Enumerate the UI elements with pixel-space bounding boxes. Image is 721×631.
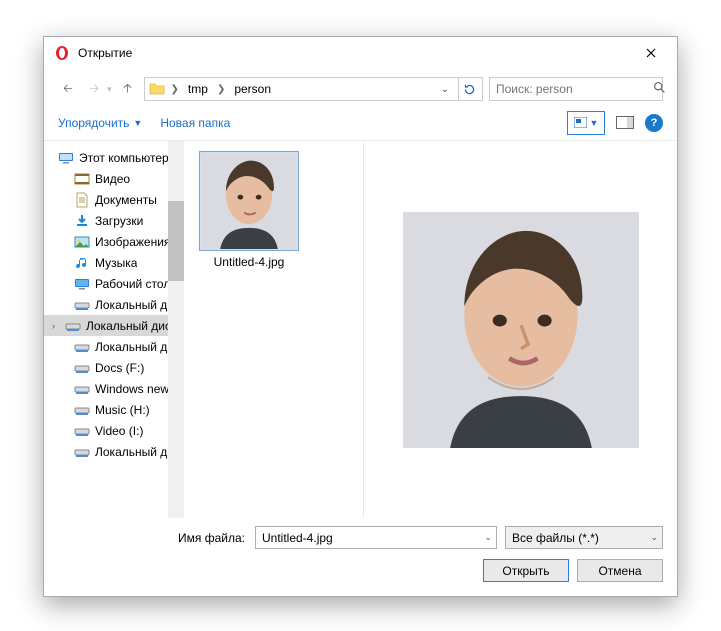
pictures-icon [74,234,90,250]
caret-down-icon[interactable]: ⌄ [650,532,658,543]
scrollbar-thumb[interactable] [168,201,184,281]
dialog-footer: Имя файла: Untitled-4.jpg ⌄ Все файлы (*… [44,518,677,596]
help-button[interactable]: ? [645,114,663,132]
documents-icon [74,192,90,208]
drive-icon [74,297,90,313]
preview-pane [364,141,677,518]
tree-local-disk-3[interactable]: Локальный дис [44,336,184,357]
preview-pane-icon [616,116,634,129]
breadcrumb-person[interactable]: person [231,80,274,98]
desktop-icon [74,276,90,292]
tree-downloads[interactable]: Загрузки [44,210,184,231]
filename-combo[interactable]: Untitled-4.jpg ⌄ [255,526,497,549]
drive-icon [74,402,90,418]
navigation-tree[interactable]: Этот компьютер Видео Документы Загрузки … [44,141,184,518]
tree-video-i[interactable]: Video (I:) [44,420,184,441]
view-mode-button[interactable]: ▼ [567,111,605,135]
chevron-right-icon: ❯ [215,84,227,95]
open-file-dialog: Открытие 🡠 🡢 ▾ 🡡 ❯ tmp ❯ person ⌄ [43,36,678,597]
open-button[interactable]: Открыть [483,559,569,582]
cancel-button[interactable]: Отмена [577,559,663,582]
opera-icon [54,45,70,61]
drive-icon [74,360,90,376]
breadcrumb-tmp[interactable]: tmp [185,80,211,98]
file-name-label: Untitled-4.jpg [192,255,306,269]
refresh-button[interactable] [458,78,480,100]
newfolder-label: Новая папка [160,116,230,130]
caret-down-icon[interactable]: ⌄ [484,532,492,543]
chevron-right-icon: ❯ [169,84,181,95]
search-icon [653,81,666,97]
window-title: Открытие [78,46,631,60]
folder-icon [149,81,165,97]
tree-local-disk-1[interactable]: Локальный дис [44,294,184,315]
history-dropdown[interactable]: ▾ [107,84,112,95]
music-icon [74,255,90,271]
close-button[interactable] [631,39,671,67]
tree-local-disk-4[interactable]: Локальный дис [44,441,184,462]
tree-docs-f[interactable]: Docs (F:) [44,357,184,378]
filter-value: Все файлы (*.*) [512,531,650,545]
file-thumbnail [199,151,299,251]
up-button[interactable]: 🡡 [118,78,138,100]
filename-value[interactable]: Untitled-4.jpg [262,531,484,545]
drive-icon [74,339,90,355]
tree-scrollbar[interactable] [168,141,184,518]
tree-music-h[interactable]: Music (H:) [44,399,184,420]
drive-icon [74,381,90,397]
preview-image [403,212,639,448]
toolbar: Упорядочить ▼ Новая папка ▼ ? [44,105,677,141]
tree-documents[interactable]: Документы [44,189,184,210]
new-folder-button[interactable]: Новая папка [160,116,230,130]
dialog-body: Этот компьютер Видео Документы Загрузки … [44,141,677,518]
tree-pictures[interactable]: Изображения [44,231,184,252]
tree-this-pc[interactable]: Этот компьютер [44,147,184,168]
caret-down-icon: ▼ [590,118,599,128]
address-dropdown[interactable]: ⌄ [436,84,454,95]
address-bar[interactable]: ❯ tmp ❯ person ⌄ [144,77,483,101]
drive-icon [65,318,81,334]
forward-button[interactable]: 🡢 [84,78,104,100]
titlebar: Открытие [44,37,677,69]
file-item[interactable]: Untitled-4.jpg [192,151,306,269]
preview-pane-button[interactable] [613,111,637,135]
downloads-icon [74,213,90,229]
thumbnails-icon [574,117,587,128]
chevron-right-icon: › [52,321,60,331]
tree-desktop[interactable]: Рабочий стол [44,273,184,294]
caret-down-icon: ▼ [133,118,142,128]
tree-music[interactable]: Музыка [44,252,184,273]
organize-label: Упорядочить [58,116,129,130]
tree-windows-new-2[interactable]: Windows new 2 [44,378,184,399]
file-list[interactable]: Untitled-4.jpg [184,141,364,518]
search-input[interactable] [494,81,653,97]
navigation-row: 🡠 🡢 ▾ 🡡 ❯ tmp ❯ person ⌄ [44,73,677,105]
filetype-filter[interactable]: Все файлы (*.*) ⌄ [505,526,663,549]
file-pane: Untitled-4.jpg [184,141,677,518]
filename-label: Имя файла: [178,531,245,545]
search-box[interactable] [489,77,663,101]
tree-local-disk-2[interactable]: ›Локальный дис [44,315,184,336]
drive-icon [74,444,90,460]
computer-icon [58,150,74,166]
video-icon [74,171,90,187]
tree-video[interactable]: Видео [44,168,184,189]
organize-menu[interactable]: Упорядочить ▼ [58,116,142,130]
back-button[interactable]: 🡠 [58,78,78,100]
drive-icon [74,423,90,439]
